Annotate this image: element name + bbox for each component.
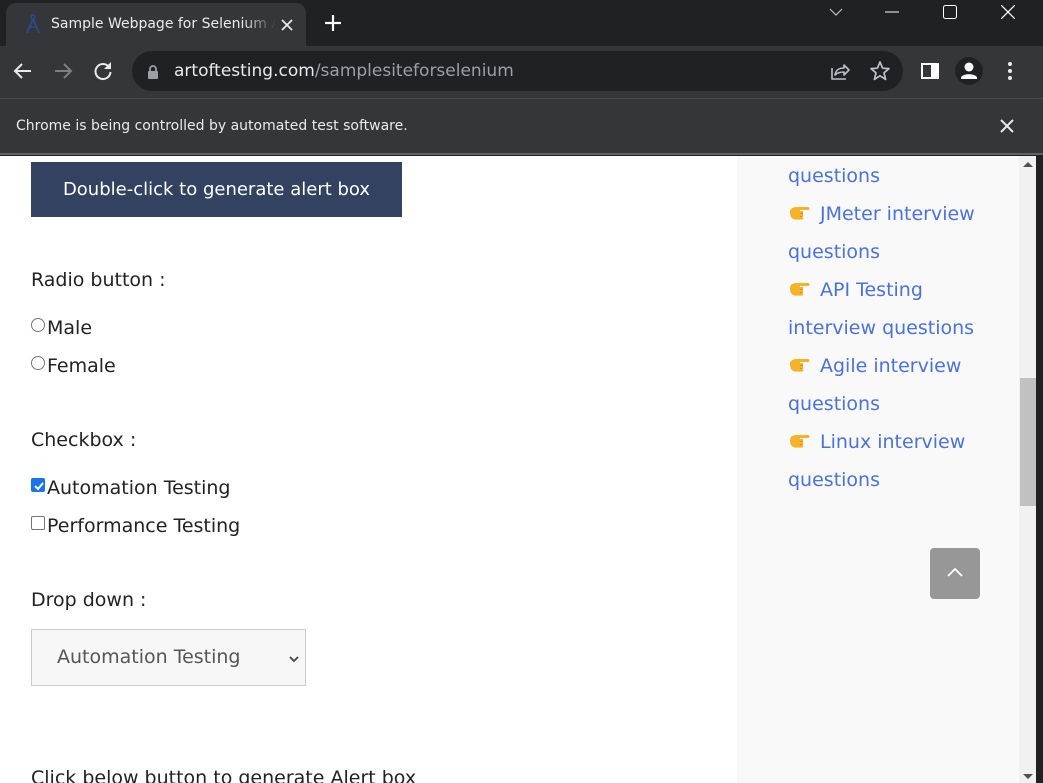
minimize-icon bbox=[885, 11, 899, 13]
profile-icon bbox=[961, 62, 977, 79]
radio-label: Female bbox=[47, 355, 116, 377]
sidebar-link-agile[interactable]: Agile interview bbox=[788, 355, 961, 377]
chevron-down-icon bbox=[829, 8, 843, 16]
checkbox-automation-testing[interactable]: Automation Testing bbox=[31, 475, 231, 501]
scrollbar-thumb[interactable] bbox=[1020, 378, 1036, 506]
new-tab-plus-icon[interactable] bbox=[322, 12, 344, 34]
chevron-up-icon bbox=[947, 567, 963, 577]
dropdown-selected-value: Automation Testing bbox=[57, 646, 241, 668]
checkbox-label: Performance Testing bbox=[47, 515, 241, 537]
radio-female[interactable]: Female bbox=[31, 353, 116, 379]
double-click-alert-button[interactable]: Double-click to generate alert box bbox=[31, 162, 402, 217]
arrow-left-icon[interactable] bbox=[11, 59, 35, 83]
checkmark-icon bbox=[34, 482, 44, 491]
alert-section-label: Click below button to generate Alert box bbox=[31, 767, 417, 783]
back-to-top-button[interactable] bbox=[930, 548, 980, 599]
tab-search-button[interactable] bbox=[808, 0, 864, 24]
pointing-hand-icon bbox=[790, 283, 810, 296]
tab-strip: Sample Webpage for Selenium Automation bbox=[0, 0, 1043, 46]
testing-type-dropdown[interactable]: Automation Testing bbox=[31, 629, 306, 686]
sidebar-link-text: API Testing bbox=[820, 279, 923, 301]
checkbox-input[interactable] bbox=[31, 478, 45, 492]
profile-button[interactable] bbox=[955, 57, 983, 85]
pointing-hand-icon bbox=[790, 435, 810, 448]
kebab-menu-icon[interactable] bbox=[998, 59, 1022, 83]
sidebar-link-linux-cont[interactable]: questions bbox=[788, 469, 880, 491]
side-panel-icon[interactable] bbox=[918, 59, 942, 83]
sidebar: questions JMeter interview questions API… bbox=[737, 156, 1019, 783]
browser-toolbar: artoftesting.com/samplesiteforselenium bbox=[0, 46, 1043, 98]
checkbox-label: Automation Testing bbox=[47, 477, 231, 499]
pointing-hand-icon bbox=[790, 207, 810, 220]
share-icon[interactable] bbox=[829, 60, 851, 82]
sidebar-link-text: Linux interview bbox=[820, 431, 966, 453]
sidebar-link-api-testing[interactable]: API Testing bbox=[788, 279, 923, 301]
url-text[interactable]: artoftesting.com/samplesiteforselenium bbox=[174, 61, 514, 81]
scroll-up-arrow-icon[interactable] bbox=[1023, 162, 1033, 167]
sidebar-link-linux[interactable]: Linux interview bbox=[788, 431, 965, 453]
sidebar-link-api-testing-cont[interactable]: interview questions bbox=[788, 317, 974, 339]
sidebar-link-text: JMeter interview bbox=[820, 203, 975, 225]
dropdown-section-label: Drop down : bbox=[31, 589, 147, 611]
address-bar[interactable]: artoftesting.com/samplesiteforselenium bbox=[132, 51, 903, 91]
radio-male[interactable]: Male bbox=[31, 315, 92, 341]
pointing-hand-icon bbox=[790, 359, 810, 372]
window-close-button[interactable] bbox=[980, 0, 1036, 24]
sidebar-link-jmeter-cont[interactable]: questions bbox=[788, 241, 880, 263]
radio-label: Male bbox=[47, 317, 93, 339]
lock-icon bbox=[148, 65, 158, 79]
automation-infobar: Chrome is being controlled by automated … bbox=[0, 98, 1043, 155]
minimize-button[interactable] bbox=[864, 0, 920, 24]
radio-section-label: Radio button : bbox=[31, 269, 166, 291]
sidebar-link-jmeter[interactable]: JMeter interview bbox=[788, 203, 975, 225]
tab-close-button[interactable] bbox=[278, 16, 296, 34]
scroll-down-arrow-icon[interactable] bbox=[1023, 774, 1033, 779]
close-icon bbox=[281, 19, 293, 31]
maximize-icon bbox=[943, 5, 957, 19]
tab-title: Sample Webpage for Selenium Automation bbox=[51, 16, 276, 32]
window-edge bbox=[1036, 156, 1043, 783]
sidebar-link-continuation[interactable]: questions bbox=[788, 165, 880, 187]
radio-input[interactable] bbox=[31, 318, 45, 332]
checkbox-section-label: Checkbox : bbox=[31, 429, 137, 451]
url-path: /samplesiteforselenium bbox=[314, 61, 514, 81]
maximize-button[interactable] bbox=[922, 0, 978, 24]
close-icon bbox=[1001, 5, 1015, 19]
checkbox-input[interactable] bbox=[31, 516, 45, 530]
main-content: Double-click to generate alert box Radio… bbox=[0, 156, 737, 783]
arrow-right-icon[interactable] bbox=[51, 59, 75, 83]
infobar-message: Chrome is being controlled by automated … bbox=[16, 118, 408, 134]
radio-input[interactable] bbox=[31, 356, 45, 370]
sidebar-link-text: Agile interview bbox=[820, 355, 962, 377]
close-icon[interactable] bbox=[997, 116, 1017, 136]
compass-logo-icon bbox=[26, 14, 40, 34]
page-viewport: Double-click to generate alert box Radio… bbox=[0, 156, 1036, 783]
checkbox-performance-testing[interactable]: Performance Testing bbox=[31, 513, 240, 539]
star-icon[interactable] bbox=[869, 60, 891, 82]
page-scrollbar[interactable] bbox=[1019, 156, 1036, 783]
sidebar-link-agile-cont[interactable]: questions bbox=[788, 393, 880, 415]
url-domain: artoftesting.com bbox=[174, 61, 315, 81]
reload-icon[interactable] bbox=[91, 59, 115, 83]
chevron-down-icon bbox=[289, 656, 299, 663]
browser-tab[interactable]: Sample Webpage for Selenium Automation bbox=[6, 3, 306, 46]
